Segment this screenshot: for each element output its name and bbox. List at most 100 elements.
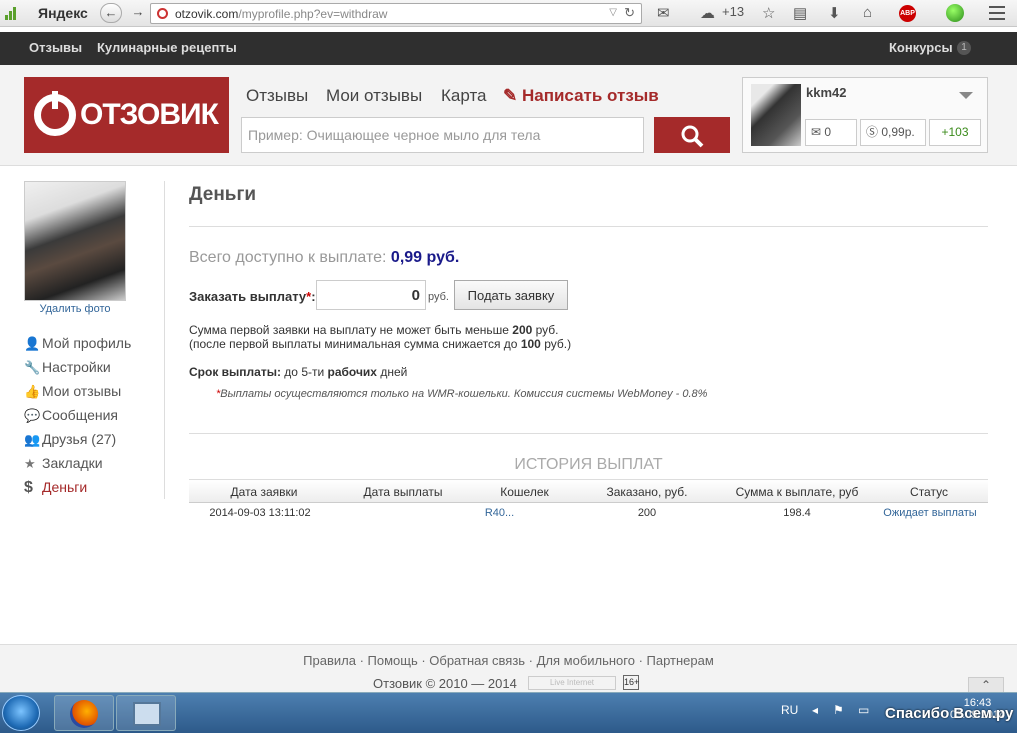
tray-flag-icon[interactable]: ◂ <box>812 703 818 717</box>
cell-request-date: 2014-09-03 13:11:02 <box>209 507 311 519</box>
site-logo[interactable]: ОТЗОВИК <box>24 77 229 153</box>
column-header: Дата заявки <box>230 485 298 499</box>
sidebar-item-profile[interactable]: 👤 Мой профиль <box>24 335 131 355</box>
site-header: ОТЗОВИК Отзывы Мои отзывы Карта ✎ Написа… <box>0 65 1017 166</box>
browser-menu-icon[interactable] <box>989 6 1005 20</box>
user-name[interactable]: kkm42 <box>806 85 846 100</box>
search-input[interactable] <box>241 117 644 153</box>
friends-icon: 👥 <box>24 432 41 447</box>
sidebar-item-label: Закладки <box>42 455 103 471</box>
sidebar-item-my-reviews[interactable]: 👍 Мои отзывы <box>24 383 121 403</box>
topbar-link-reviews[interactable]: Отзывы <box>29 40 82 55</box>
tray-monitor-icon[interactable]: ▭ <box>858 703 869 717</box>
search-button[interactable] <box>654 117 730 153</box>
divider <box>189 226 988 227</box>
min-amount-info-2: (после первой выплаты минимальная сумма … <box>189 337 572 351</box>
sidebar-item-label: Мой профиль <box>42 335 132 351</box>
available-amount: Всего доступно к выплате: 0,99 руб. <box>189 249 459 267</box>
dollar-icon: $ <box>24 479 33 496</box>
chevron-down-icon[interactable] <box>959 92 973 99</box>
cell-payout: 198.4 <box>783 507 811 519</box>
signal-icon <box>5 7 19 20</box>
nav-reviews[interactable]: Отзывы <box>246 86 308 106</box>
nav-map[interactable]: Карта <box>441 86 487 106</box>
footer-links[interactable]: Правила · Помощь · Обратная связь · Для … <box>0 653 1017 668</box>
speech-bubble-icon: 💬 <box>24 408 41 423</box>
payout-term: Срок выплаты: до 5-ти рабочих дней <box>189 365 408 379</box>
write-review-link[interactable]: ✎ Написать отзыв <box>503 86 659 106</box>
sidebar-item-messages[interactable]: 💬 Сообщения <box>24 407 118 427</box>
sidebar-item-friends[interactable]: 👥 Друзья (27) <box>24 431 116 451</box>
delete-photo-link[interactable]: Удалить фото <box>24 303 126 315</box>
search-icon <box>681 125 704 148</box>
adblock-icon[interactable]: ABP <box>899 5 916 22</box>
cell-wallet: R40... <box>484 507 515 519</box>
column-header: Кошелек <box>500 485 549 499</box>
weather-icon[interactable]: ☁ <box>700 4 715 22</box>
watermark: Спасибо Всем.ру <box>885 705 1014 722</box>
topbar-link-recipes[interactable]: Кулинарные рецепты <box>97 40 237 55</box>
tray-action-center-icon[interactable]: ⚑ <box>833 703 844 717</box>
globe-icon[interactable] <box>946 4 964 22</box>
download-icon[interactable]: ⬇ <box>828 4 841 22</box>
sidebar-item-label: Друзья (27) <box>42 431 117 447</box>
forward-button[interactable]: → <box>127 3 149 23</box>
taskbar-remote-desktop[interactable] <box>116 695 176 731</box>
rating-button[interactable]: +103 <box>929 119 981 146</box>
clipboard-icon[interactable]: ▤ <box>793 4 807 22</box>
nav-my-reviews[interactable]: Мои отзывы <box>326 86 422 106</box>
weather-temp[interactable]: +13 <box>722 4 744 19</box>
messages-button[interactable]: ✉ 0 <box>805 119 857 146</box>
user-avatar[interactable] <box>751 84 801 146</box>
available-label: Всего доступно к выплате: <box>189 249 387 266</box>
bookmark-star-icon[interactable]: ☆ <box>762 4 775 22</box>
reload-icon[interactable]: ↻ <box>624 5 635 21</box>
taskbar-firefox[interactable] <box>54 695 114 731</box>
sidebar-item-settings[interactable]: 🔧 Настройки <box>24 359 111 379</box>
site-favicon-icon <box>157 8 168 19</box>
home-icon[interactable]: ⌂ <box>863 4 872 21</box>
topbar-link-contests[interactable]: Конкурсы <box>889 40 953 55</box>
payout-amount-input[interactable] <box>316 280 426 310</box>
amount-unit: руб. <box>428 291 449 303</box>
contests-count-badge: 1 <box>957 41 971 55</box>
liveinternet-counter[interactable]: Live Internet <box>528 676 616 690</box>
pencil-icon: ✎ <box>503 86 522 105</box>
history-table-header: Дата заявки Дата выплаты Кошелек Заказан… <box>189 479 988 503</box>
envelope-icon: ✉ <box>811 125 825 139</box>
column-header: Сумма к выплате, руб <box>735 485 859 499</box>
write-review-label: Написать отзыв <box>521 86 659 105</box>
start-button[interactable] <box>2 695 40 731</box>
webmoney-note: *Выплаты осуществляются только на WMR-ко… <box>216 388 708 400</box>
history-title: ИСТОРИЯ ВЫПЛАТ <box>514 456 663 473</box>
messages-count: 0 <box>824 125 832 139</box>
address-bar[interactable]: otzovik.com/myprofile.php?ev=withdraw ▽ … <box>150 3 642 24</box>
sidebar-item-label: Деньги <box>42 479 88 495</box>
logo-text: ОТЗОВИК <box>80 98 219 131</box>
sidebar-item-bookmarks[interactable]: ★ Закладки <box>24 455 103 475</box>
footer-copyright: Отзовик © 2010 — 2014 <box>373 676 517 691</box>
site-footer: Правила · Помощь · Обратная связь · Для … <box>0 644 1017 693</box>
thumbs-up-icon: 👍 <box>24 384 41 399</box>
mail-icon[interactable]: ✉ <box>657 4 670 22</box>
person-icon: 👤 <box>24 336 41 351</box>
scroll-up-icon[interactable]: ⌃ <box>968 677 1004 693</box>
column-header: Дата выплаты <box>363 485 443 499</box>
star-icon: ★ <box>24 456 36 471</box>
back-button[interactable]: ← <box>100 3 122 23</box>
language-indicator[interactable]: RU <box>781 703 798 717</box>
browser-toolbar: Яндекс ← → otzovik.com/myprofile.php?ev=… <box>0 0 1017 27</box>
min-amount-info: Сумма первой заявки на выплату не может … <box>189 323 559 337</box>
available-value: 0,99 руб. <box>390 249 460 266</box>
cell-status[interactable]: Ожидает выплаты <box>875 507 985 519</box>
url-dropdown-icon[interactable]: ▽ <box>609 7 617 18</box>
profile-photo[interactable] <box>24 181 126 301</box>
user-panel: kkm42 ✉ 0 Ⓢ 0,99р. +103 <box>742 77 988 153</box>
submit-request-button[interactable]: Подать заявку <box>454 280 568 310</box>
sidebar-item-label: Настройки <box>42 359 111 375</box>
balance-button[interactable]: Ⓢ 0,99р. <box>860 119 926 146</box>
sidebar-item-money[interactable]: $ Деньги <box>24 479 87 499</box>
remote-desktop-icon <box>133 702 161 726</box>
age-rating-badge: 16+ <box>623 675 639 690</box>
coin-icon: Ⓢ <box>866 125 882 139</box>
